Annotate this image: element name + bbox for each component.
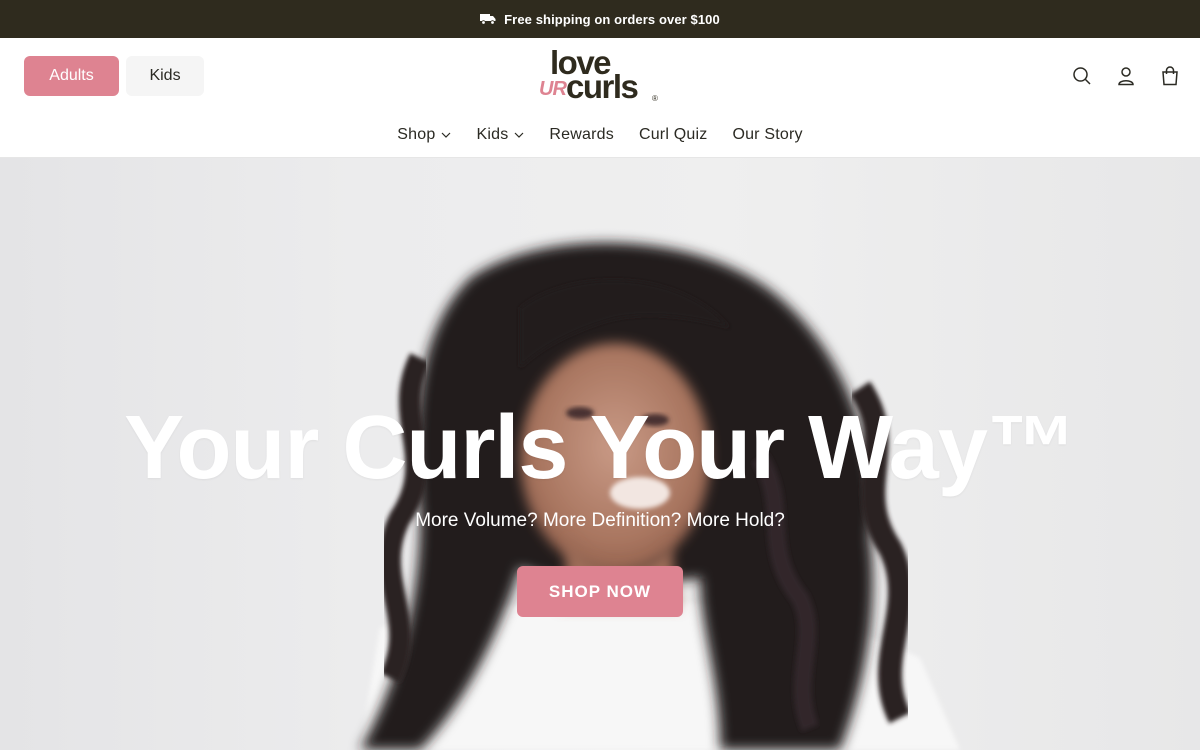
nav-item-kids[interactable]: Kids	[476, 126, 524, 144]
nav-item-our-story[interactable]: Our Story	[732, 126, 802, 144]
nav-item-label: Curl Quiz	[638, 126, 708, 143]
hero-headline: Your Curls Your Way™	[124, 398, 1077, 498]
nav-item-label: Our Story	[732, 126, 803, 143]
logo-word-curls: curls	[566, 68, 639, 105]
nav-item-label: Shop	[397, 126, 436, 143]
nav-item-curl-quiz[interactable]: Curl Quiz	[639, 126, 707, 144]
nav-item-label: Rewards	[549, 126, 614, 143]
nav-item-rewards[interactable]: Rewards	[549, 126, 614, 144]
nav-item-shop[interactable]: Shop	[397, 126, 451, 144]
shop-now-button[interactable]: SHOP NOW	[517, 566, 683, 617]
cart-icon[interactable]	[1158, 64, 1182, 88]
chevron-down-icon	[514, 132, 524, 138]
announcement-bar: Free shipping on orders over $100	[0, 0, 1200, 38]
hero-banner: Your Curls Your Way™ More Volume? More D…	[0, 158, 1200, 750]
main-navigation: Shop Kids Rewards Curl Quiz Our Story	[0, 122, 1200, 148]
logo-registered-mark: ®	[652, 94, 658, 103]
logo-word-ur: UR	[539, 78, 567, 100]
announcement-text: Free shipping on orders over $100	[504, 11, 720, 27]
brand-logo[interactable]: love UR curls ®	[538, 46, 662, 106]
kids-toggle-button[interactable]: Kids	[126, 56, 204, 96]
chevron-down-icon	[441, 132, 451, 138]
site-header: Adults Kids love UR curls ® Shop Kids Re…	[0, 38, 1200, 158]
nav-item-label: Kids	[476, 126, 509, 143]
search-icon[interactable]	[1070, 64, 1094, 88]
hero-subheadline: More Volume? More Definition? More Hold?	[415, 510, 785, 531]
account-icon[interactable]	[1114, 64, 1138, 88]
adults-toggle-button[interactable]: Adults	[24, 56, 119, 96]
truck-icon	[480, 13, 496, 25]
